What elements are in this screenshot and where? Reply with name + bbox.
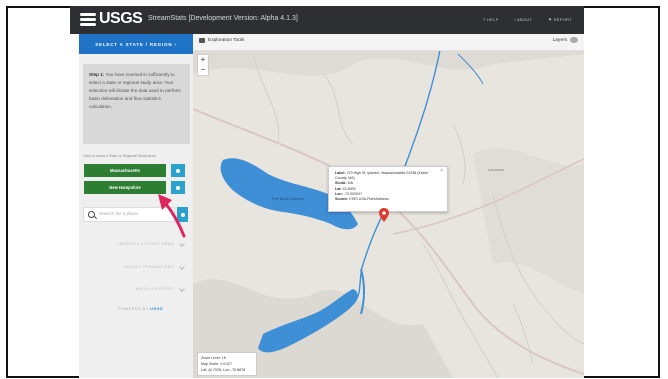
lat-lon-readout: Lat: 42.7028, Lon: -70.8878 — [201, 368, 246, 372]
menu-label: IDENTIFY A STUDY AREA — [118, 242, 174, 246]
usgs-logo[interactable]: USGS — [80, 10, 143, 28]
menu-label: SELECT PARAMETERS — [123, 265, 174, 269]
popup-label-value: 270 High St, Ipswich, Massachusetts 0193… — [335, 171, 429, 181]
step-instructions: Step 1: You have zoomed in sufficiently … — [83, 64, 190, 144]
exploration-tools-button[interactable]: Exploration Tools — [199, 38, 244, 43]
step-text: You have zoomed in sufficiently to selec… — [89, 72, 181, 109]
select-state-header[interactable]: SELECT A STATE / REGION › — [79, 34, 193, 54]
info-button-massachusetts[interactable] — [171, 164, 185, 177]
nav-about[interactable]: i ABOUT — [515, 17, 533, 22]
usgs-waves-icon — [80, 12, 96, 26]
map-view[interactable]: Pine Brook Reservoir Fenchell Rd Explora… — [193, 34, 584, 378]
chevron-down-icon — [179, 241, 185, 247]
menu-select-parameters[interactable]: SELECT PARAMETERS — [94, 262, 185, 272]
annotation-arrow-icon — [158, 194, 186, 238]
layers-label: Layers — [552, 37, 567, 43]
menu-build-report[interactable]: BUILD A REPORT — [94, 284, 185, 294]
zoom-in-button[interactable]: + — [198, 55, 208, 65]
popup-stcode-key: StcdA: — [335, 181, 347, 186]
road-label: Fenchell Rd — [488, 168, 505, 172]
region-instruction: Click to select a State or Regional Stud… — [83, 154, 156, 158]
map-coordinates-panel: Zoom Level: 16 Map Scale: 1:9,027 Lat: 4… — [197, 352, 257, 376]
toolbox-icon — [199, 38, 205, 43]
close-icon[interactable]: × — [440, 168, 443, 174]
powered-by: POWERED BY USGS — [118, 307, 163, 311]
layers-icon — [570, 37, 578, 43]
lake-label: Pine Brook Reservoir — [272, 197, 305, 201]
search-placeholder: Search for a place. — [99, 212, 140, 217]
info-icon — [176, 185, 180, 190]
popup-label-key: Label: — [335, 171, 346, 175]
exploration-tools-label: Exploration Tools — [208, 38, 245, 43]
popup-lat-key: Lat: — [335, 186, 342, 191]
location-pin-icon[interactable] — [379, 208, 389, 222]
header-nav: T HELP i ABOUT ⚑ REPORT — [483, 17, 572, 22]
popup-source-key: Source: — [335, 197, 349, 202]
popup-lat-value: 42.6900 — [342, 186, 356, 191]
app-header: USGS StreamStats [Development Version: A… — [70, 6, 584, 34]
powered-by-link[interactable]: USGS — [150, 307, 163, 311]
popup-lon-value: -70.90000? — [343, 191, 362, 196]
menu-identify-study-area[interactable]: IDENTIFY A STUDY AREA — [94, 239, 185, 249]
search-icon — [88, 211, 95, 218]
logo-text: USGS — [99, 10, 143, 27]
location-popup: × Label: 270 High St, Ipswich, Massachus… — [328, 166, 448, 212]
step-title: Step 1: — [89, 72, 105, 77]
zoom-out-button[interactable]: − — [198, 65, 208, 75]
zoom-control: + − — [197, 54, 209, 76]
powered-by-label: POWERED BY — [118, 307, 149, 311]
region-button-massachusetts[interactable]: Massachusetts — [84, 164, 166, 177]
chevron-down-icon — [179, 264, 185, 270]
popup-source-value: ESRI.USA.PointAddress — [349, 197, 389, 202]
layers-button[interactable]: Layers — [553, 37, 578, 43]
info-icon — [176, 168, 180, 173]
nav-report[interactable]: ⚑ REPORT — [548, 17, 572, 22]
map-toolbar: Exploration Tools Layers — [193, 34, 584, 51]
popup-stcode-value: MA — [347, 181, 353, 186]
menu-label: BUILD A REPORT — [135, 287, 174, 291]
chevron-down-icon — [179, 286, 185, 292]
nav-help[interactable]: T HELP — [483, 17, 499, 22]
app-title: StreamStats [Development Version: Alpha … — [148, 15, 298, 22]
popup-lon-key: Lon: — [335, 191, 343, 196]
